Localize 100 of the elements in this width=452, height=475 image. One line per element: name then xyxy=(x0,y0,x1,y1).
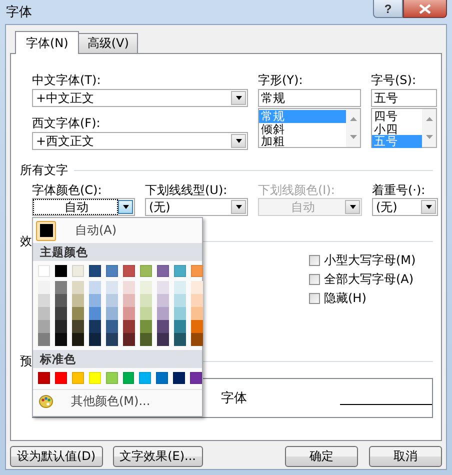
color-swatch[interactable] xyxy=(89,333,101,346)
tab[interactable]: 高级(V) xyxy=(78,33,138,53)
color-swatch[interactable] xyxy=(72,265,84,277)
color-swatch[interactable] xyxy=(174,294,186,307)
color-swatch[interactable] xyxy=(55,294,67,307)
color-swatch[interactable] xyxy=(72,281,84,294)
color-swatch[interactable] xyxy=(174,265,186,277)
color-swatch[interactable] xyxy=(106,307,118,320)
color-swatch[interactable] xyxy=(191,333,203,346)
color-swatch[interactable] xyxy=(55,333,67,346)
color-swatch[interactable] xyxy=(174,281,186,294)
scrollbar[interactable] xyxy=(346,109,360,147)
color-swatch[interactable] xyxy=(191,320,203,333)
text-field[interactable]: 常规 xyxy=(258,89,361,107)
color-swatch[interactable] xyxy=(38,281,50,294)
color-swatch[interactable] xyxy=(157,281,169,294)
color-swatch[interactable] xyxy=(106,333,118,346)
color-swatch[interactable] xyxy=(123,307,135,320)
color-swatch[interactable] xyxy=(106,372,118,384)
color-swatch[interactable] xyxy=(190,372,202,384)
color-swatch[interactable] xyxy=(106,294,118,307)
scroll-down-arrow-icon[interactable] xyxy=(350,135,356,140)
dropdown-field[interactable]: (无) xyxy=(372,198,438,216)
color-swatch[interactable] xyxy=(89,294,101,307)
list-item[interactable]: 四号 xyxy=(372,110,422,122)
color-swatch[interactable] xyxy=(157,265,169,277)
color-swatch[interactable] xyxy=(38,372,50,384)
color-swatch[interactable] xyxy=(123,333,135,346)
color-swatch[interactable] xyxy=(89,307,101,320)
color-swatch[interactable] xyxy=(72,333,84,346)
close-button[interactable] xyxy=(403,0,447,18)
color-swatch[interactable] xyxy=(106,320,118,333)
list-item[interactable]: 倾斜 xyxy=(259,122,346,135)
dropdown-field[interactable]: +中文正文 xyxy=(32,89,248,107)
color-swatch[interactable] xyxy=(55,307,67,320)
scrollbar[interactable] xyxy=(422,109,436,147)
checkbox[interactable]: 隐藏(H) xyxy=(309,290,433,306)
color-swatch[interactable] xyxy=(106,265,118,277)
color-swatch[interactable] xyxy=(40,224,52,237)
color-swatch[interactable] xyxy=(157,294,169,307)
color-swatch[interactable] xyxy=(89,265,101,277)
color-swatch[interactable] xyxy=(89,320,101,333)
list-item[interactable]: 加粗 xyxy=(259,135,346,148)
color-swatch[interactable] xyxy=(38,294,50,307)
dialog-button[interactable]: 设为默认值(D) xyxy=(10,446,103,467)
color-swatch[interactable] xyxy=(123,281,135,294)
color-swatch[interactable] xyxy=(123,265,135,277)
color-swatch[interactable] xyxy=(72,320,84,333)
color-swatch[interactable] xyxy=(191,281,203,294)
help-button[interactable]: ? xyxy=(373,0,403,18)
color-swatch[interactable] xyxy=(173,372,186,384)
dialog-button[interactable]: 文字效果(E)... xyxy=(112,446,203,467)
text-field[interactable]: 五号 xyxy=(371,89,437,107)
color-swatch[interactable] xyxy=(72,294,84,307)
color-swatch[interactable] xyxy=(139,372,152,384)
color-swatch[interactable] xyxy=(106,281,118,294)
color-swatch[interactable] xyxy=(123,320,135,333)
color-swatch[interactable] xyxy=(140,265,152,277)
color-swatch[interactable] xyxy=(140,294,152,307)
color-swatch[interactable] xyxy=(38,307,50,320)
tab[interactable]: 字体(N) xyxy=(15,31,80,54)
scroll-down-arrow-icon[interactable] xyxy=(426,135,432,140)
scroll-up-arrow-icon[interactable] xyxy=(426,117,432,122)
color-swatch[interactable] xyxy=(88,372,101,384)
dialog-button[interactable]: 取消 xyxy=(369,446,442,467)
color-swatch[interactable] xyxy=(54,372,67,384)
color-swatch[interactable] xyxy=(191,294,203,307)
color-swatch[interactable] xyxy=(157,320,169,333)
color-swatch[interactable] xyxy=(174,307,186,320)
color-swatch[interactable] xyxy=(140,281,152,294)
list-item[interactable]: 小四 xyxy=(372,122,422,135)
color-swatch[interactable] xyxy=(72,307,84,320)
color-swatch[interactable] xyxy=(140,333,152,346)
color-swatch[interactable] xyxy=(38,320,50,333)
color-swatch[interactable] xyxy=(55,265,67,277)
scroll-up-arrow-icon[interactable] xyxy=(350,117,356,122)
color-swatch[interactable] xyxy=(123,294,135,307)
color-swatch[interactable] xyxy=(156,372,168,384)
color-swatch[interactable] xyxy=(72,372,84,384)
checkbox[interactable]: 小型大写字母(M) xyxy=(309,252,433,268)
color-swatch[interactable] xyxy=(174,333,186,346)
color-swatch[interactable] xyxy=(157,307,169,320)
color-swatch[interactable] xyxy=(191,265,203,277)
color-swatch[interactable] xyxy=(38,333,50,346)
dialog-button[interactable]: 确定 xyxy=(285,446,358,467)
menu-item[interactable]: 自动(A) xyxy=(33,218,202,243)
color-swatch[interactable] xyxy=(140,320,152,333)
color-swatch[interactable] xyxy=(174,320,186,333)
color-swatch[interactable] xyxy=(38,265,50,277)
color-swatch[interactable] xyxy=(157,333,169,346)
menu-item[interactable]: 其他颜色(M)... xyxy=(33,390,202,412)
color-swatch[interactable] xyxy=(191,307,203,320)
dropdown-field[interactable]: +西文正文 xyxy=(32,132,248,150)
color-swatch[interactable] xyxy=(55,320,67,333)
color-swatch[interactable] xyxy=(122,372,134,384)
dropdown-field[interactable]: (无) xyxy=(145,198,248,216)
color-swatch[interactable] xyxy=(89,281,101,294)
color-swatch[interactable] xyxy=(55,281,67,294)
checkbox[interactable]: 全部大写字母(A) xyxy=(309,271,433,287)
color-swatch[interactable] xyxy=(140,307,152,320)
